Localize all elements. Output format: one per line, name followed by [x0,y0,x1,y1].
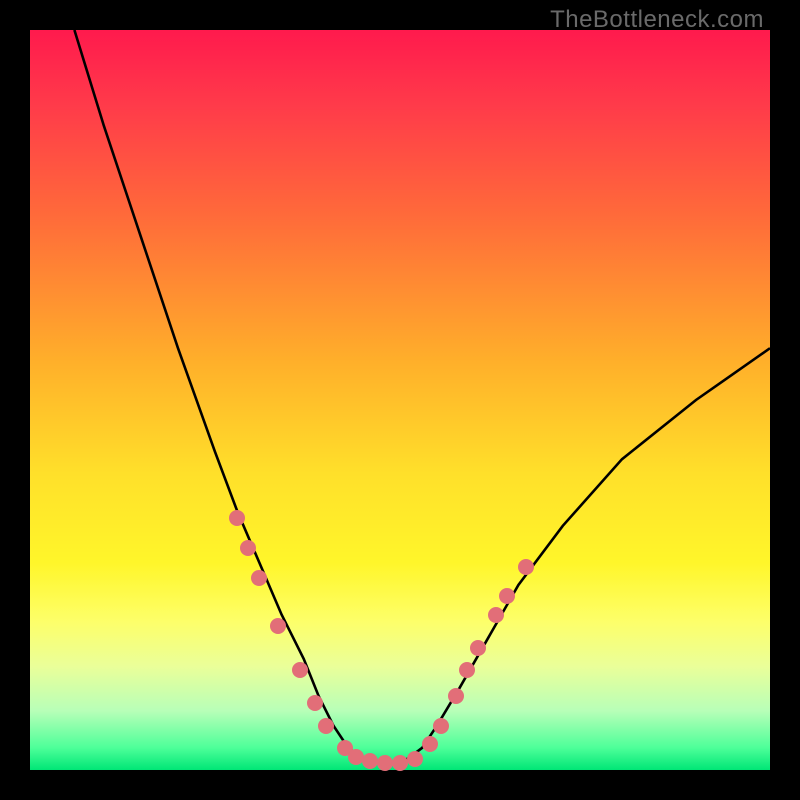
curve-svg [30,30,770,770]
highlight-dot [392,755,408,771]
highlight-dot [518,559,534,575]
highlight-dot [407,751,423,767]
chart-frame: TheBottleneck.com [0,0,800,800]
highlight-dot [251,570,267,586]
highlight-dot [459,662,475,678]
plot-area [30,30,770,770]
highlight-dot [422,736,438,752]
highlight-dot [448,688,464,704]
highlight-dot [470,640,486,656]
bottleneck-curve [74,30,770,763]
highlight-dot [270,618,286,634]
highlight-dot [348,749,364,765]
highlight-dot [318,718,334,734]
highlight-dot [433,718,449,734]
highlight-dot [488,607,504,623]
highlight-dot [377,755,393,771]
